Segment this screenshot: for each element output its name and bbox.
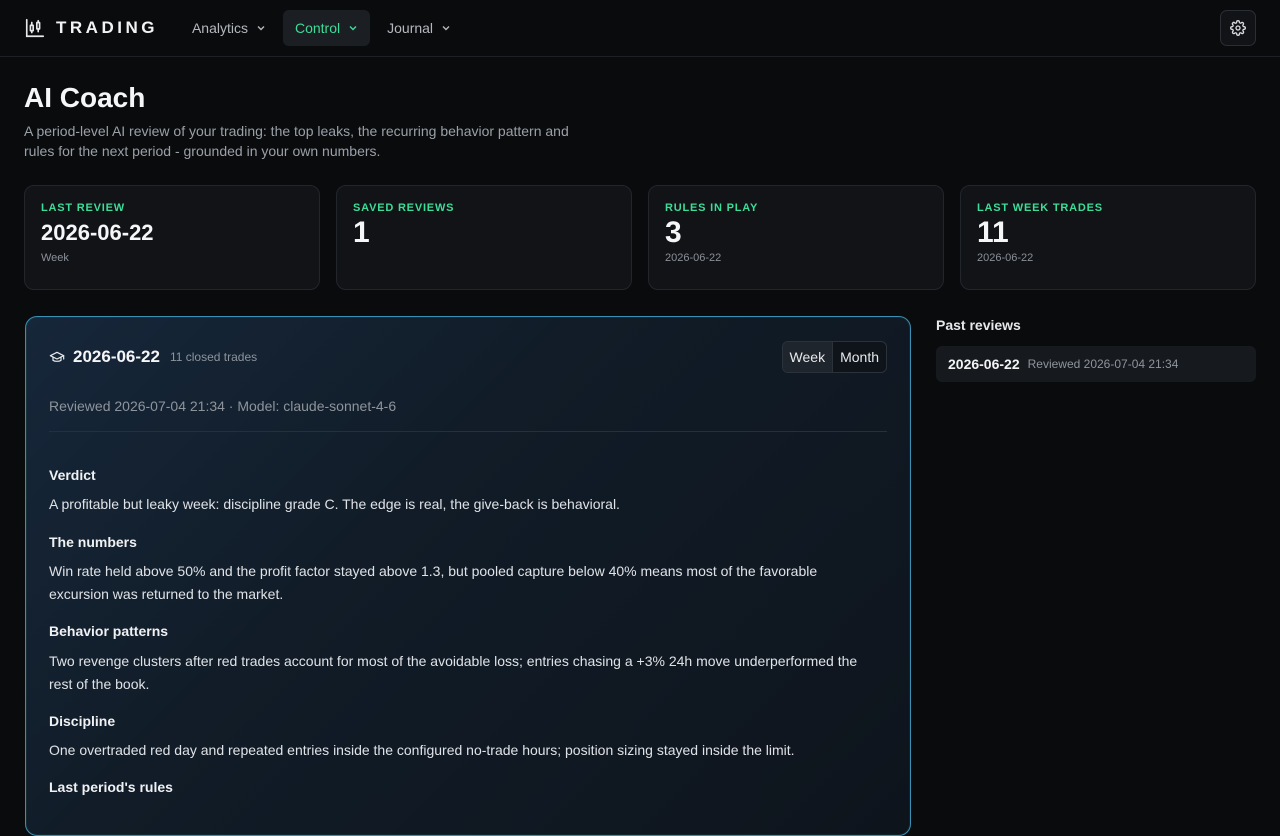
settings-button[interactable] bbox=[1220, 10, 1256, 46]
section-heading: Behavior patterns bbox=[49, 623, 169, 639]
stat-card-last-week-trades: LAST WEEK TRADES 11 2026-06-22 bbox=[960, 185, 1256, 290]
stat-value: 3 bbox=[665, 216, 682, 249]
nav-journal-label: Journal bbox=[387, 20, 434, 36]
chevron-down-icon bbox=[442, 26, 450, 31]
top-navigation: TRADING Analytics Control Journal bbox=[0, 0, 1280, 57]
graduation-cap-icon bbox=[49, 351, 65, 362]
past-review-item[interactable]: 2026-06-22 Reviewed 2026-07-04 21:34 bbox=[936, 346, 1256, 382]
review-trade-count: 11 closed trades bbox=[169, 350, 258, 364]
brand[interactable]: TRADING bbox=[24, 17, 158, 39]
page-subtitle: A period-level AI review of your trading… bbox=[24, 123, 569, 159]
section-heading: Discipline bbox=[49, 713, 116, 729]
nav-control-label: Control bbox=[294, 20, 341, 36]
period-week-button[interactable]: Week bbox=[782, 342, 834, 372]
gear-icon bbox=[1230, 20, 1246, 36]
past-review-timestamp: Reviewed 2026-07-04 21:34 bbox=[1027, 357, 1179, 371]
stat-value: 2026-06-22 bbox=[41, 220, 154, 245]
chevron-down-icon bbox=[257, 26, 265, 31]
stat-value: 1 bbox=[353, 216, 370, 249]
stat-label: LAST WEEK TRADES bbox=[977, 202, 1103, 214]
stat-card-rules-in-play: RULES IN PLAY 3 2026-06-22 bbox=[648, 185, 944, 290]
brand-name: TRADING bbox=[56, 18, 158, 37]
review-meta: Reviewed 2026-07-04 21:34 · Model: claud… bbox=[49, 398, 397, 414]
nav-analytics-label: Analytics bbox=[191, 20, 248, 36]
stat-card-saved-reviews: SAVED REVIEWS 1 bbox=[336, 185, 632, 290]
stat-label: SAVED REVIEWS bbox=[353, 202, 455, 214]
section-heading: Verdict bbox=[49, 467, 96, 483]
period-toggle: Week Month bbox=[781, 341, 887, 373]
review-date: 2026-06-22 bbox=[73, 347, 160, 366]
nav-control[interactable]: Control bbox=[282, 10, 371, 46]
stat-card-last-review: LAST REVIEW 2026-06-22 Week bbox=[24, 185, 320, 290]
section-text: A profitable but leaky week: discipline … bbox=[49, 496, 620, 512]
nav-analytics[interactable]: Analytics bbox=[180, 10, 278, 46]
period-month-button[interactable]: Month bbox=[833, 342, 886, 372]
stat-value: 11 bbox=[977, 216, 1009, 249]
stat-note: 2026-06-22 bbox=[665, 252, 722, 264]
chevron-down-icon bbox=[349, 26, 357, 31]
past-reviews-title: Past reviews bbox=[936, 317, 1021, 333]
section-text: Win rate held above 50% and the profit f… bbox=[49, 563, 818, 602]
stat-label: RULES IN PLAY bbox=[665, 202, 759, 214]
section-heading: The numbers bbox=[49, 534, 137, 550]
stat-note: Week bbox=[41, 252, 69, 264]
section-text: One overtraded red day and repeated entr… bbox=[49, 742, 795, 758]
section-heading: Last period's rules bbox=[49, 779, 173, 795]
stat-label: LAST REVIEW bbox=[41, 202, 125, 214]
page-title: AI Coach bbox=[24, 82, 146, 113]
divider bbox=[49, 431, 887, 432]
stat-note: 2026-06-22 bbox=[977, 252, 1034, 264]
review-header: 2026-06-22 11 closed trades bbox=[49, 347, 257, 367]
nav-journal[interactable]: Journal bbox=[375, 10, 463, 46]
candlestick-chart-icon bbox=[25, 18, 45, 38]
review-card: 2026-06-22 11 closed trades Week Month R… bbox=[25, 316, 911, 836]
past-review-date: 2026-06-22 bbox=[948, 356, 1020, 372]
section-text: Two revenge clusters after red trades ac… bbox=[49, 653, 858, 692]
